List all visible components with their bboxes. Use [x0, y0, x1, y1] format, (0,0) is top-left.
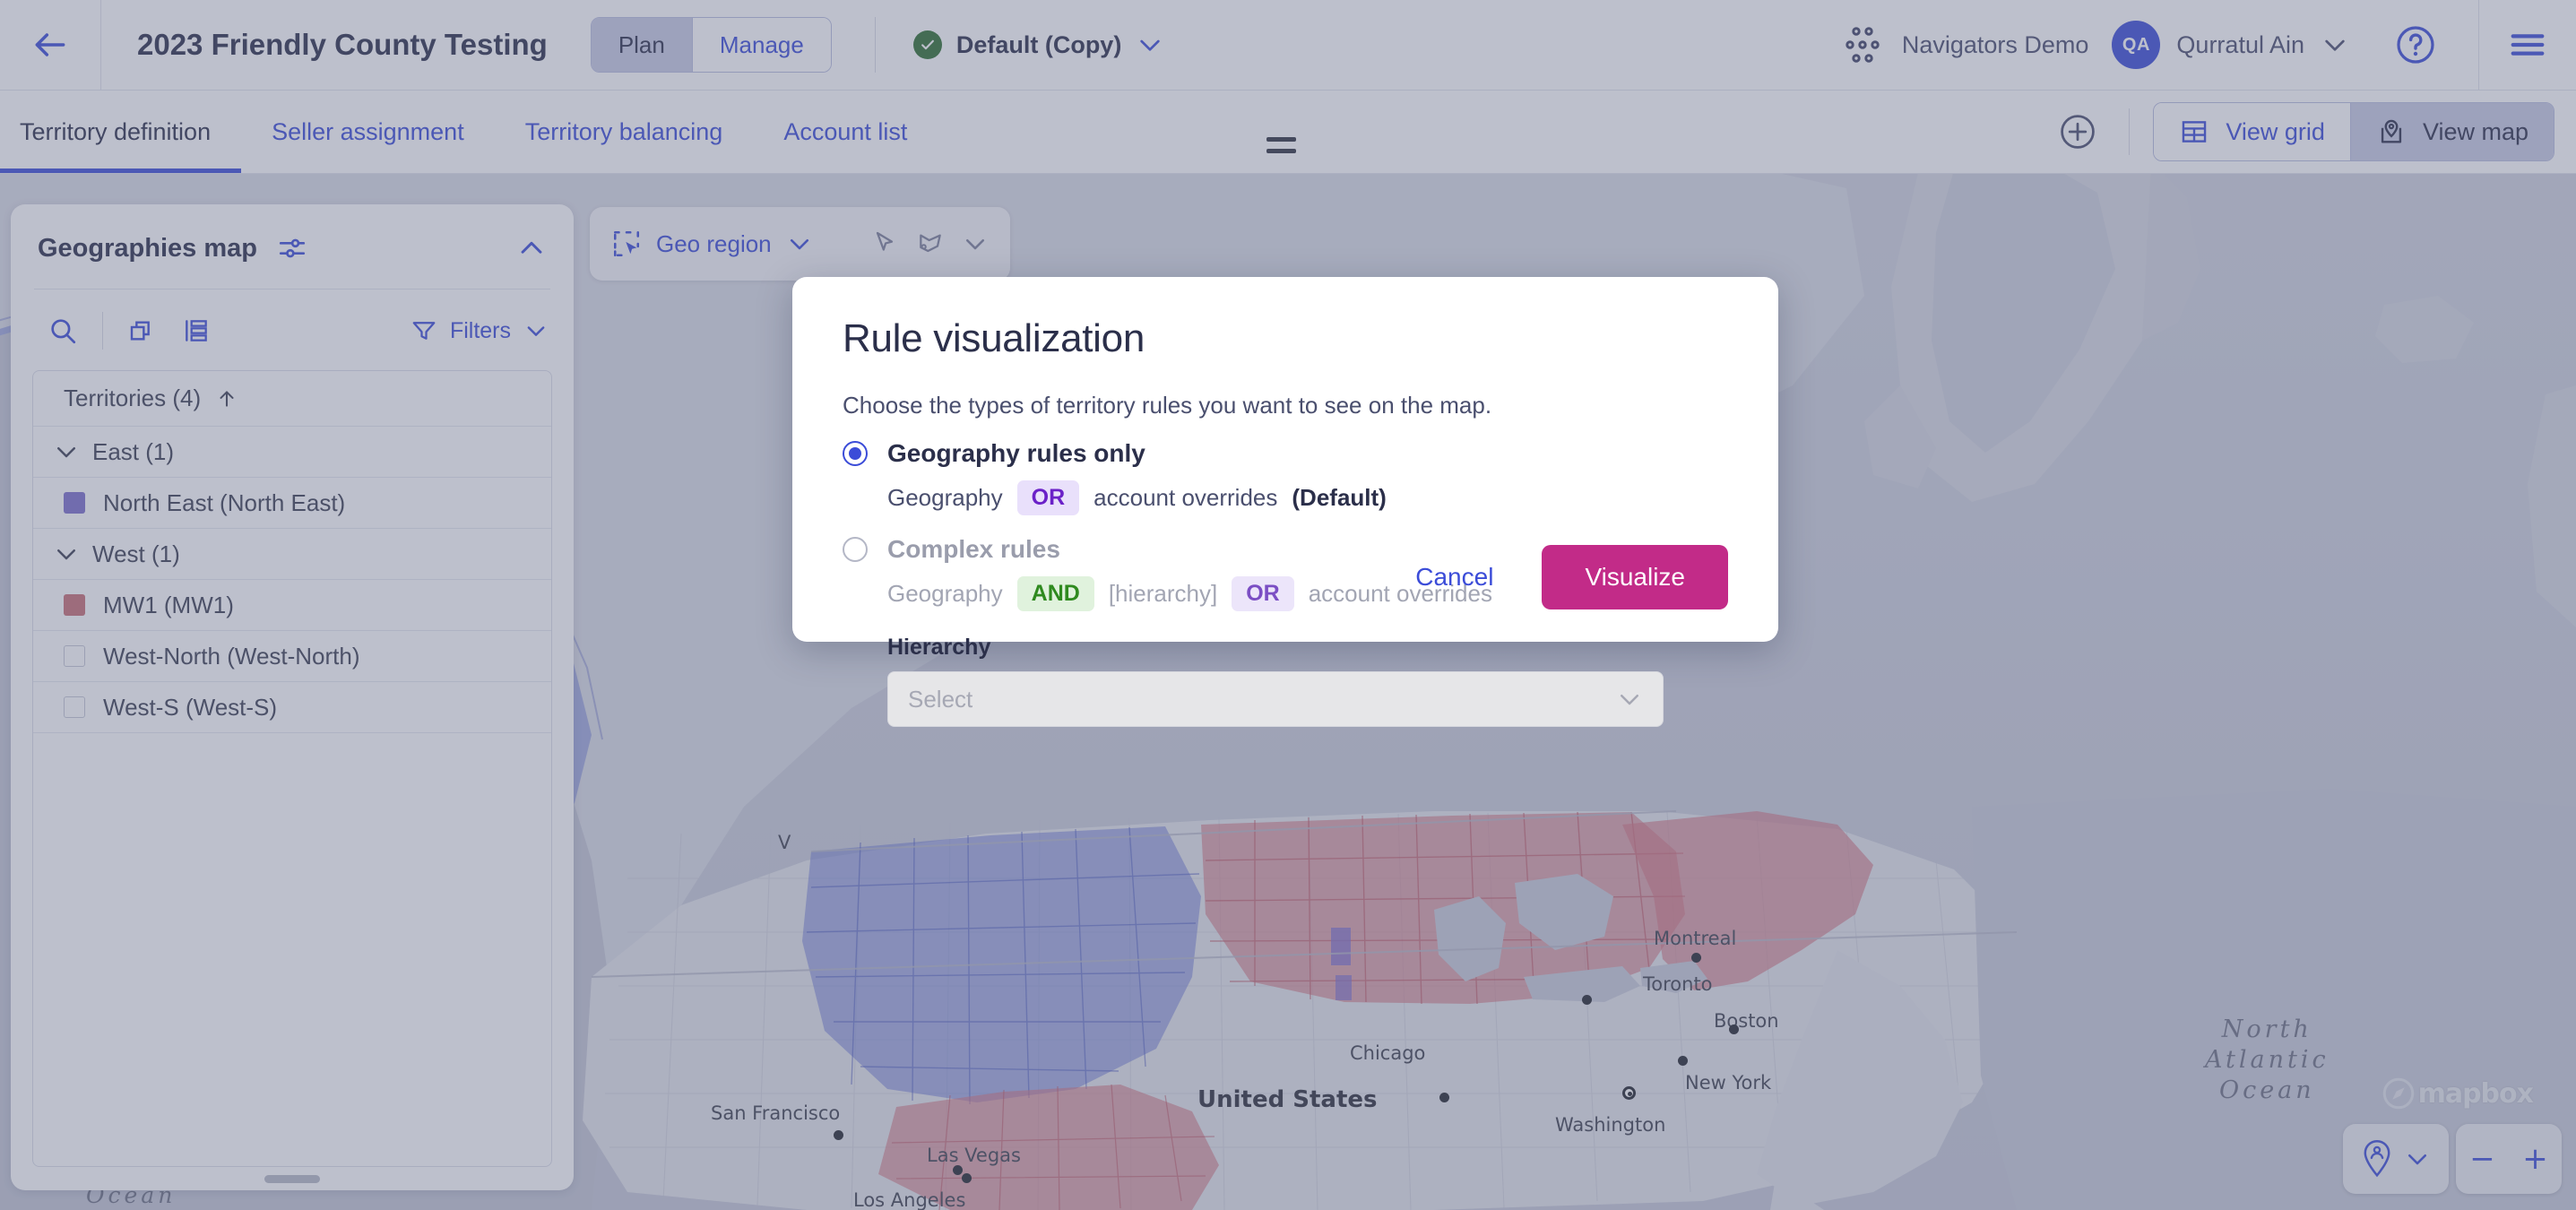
rule-operator-or: OR: [1232, 576, 1294, 611]
hierarchy-field-label: Hierarchy: [887, 635, 991, 660]
rule-term-account-overrides: account overrides: [1094, 484, 1278, 511]
dialog-actions: Cancel Visualize: [1383, 545, 1728, 609]
app-root: United States San Francisco Los Angeles …: [0, 0, 2576, 1210]
rule-term-geography: Geography: [887, 580, 1003, 607]
chevron-down-icon: [1616, 686, 1643, 713]
radio-geography-rules-only[interactable]: [843, 441, 868, 466]
rule-expression-geography-only: Geography OR account overrides (Default): [843, 480, 1728, 515]
hierarchy-select[interactable]: Select: [887, 671, 1664, 727]
rule-term-hierarchy: [hierarchy]: [1108, 580, 1218, 607]
hierarchy-select-placeholder: Select: [908, 685, 973, 713]
rule-term-geography: Geography: [887, 484, 1003, 511]
option-geography-rules-only[interactable]: Geography rules only: [843, 439, 1728, 468]
rule-operator-and: AND: [1016, 576, 1094, 611]
rule-visualization-dialog: Rule visualization Choose the types of t…: [792, 277, 1778, 727]
rule-operator-or: OR: [1016, 480, 1080, 515]
visualize-button[interactable]: Visualize: [1542, 545, 1728, 609]
chevron-down-icon-glyph: [1621, 695, 1638, 705]
rule-default-badge: (Default): [1292, 484, 1387, 511]
dialog-subtitle: Choose the types of territory rules you …: [843, 392, 1492, 419]
dialog-title: Rule visualization: [843, 316, 1145, 360]
option-label: Complex rules: [887, 535, 1060, 563]
cancel-button[interactable]: Cancel: [1383, 547, 1526, 608]
radio-complex-rules[interactable]: [843, 537, 868, 562]
option-label: Geography rules only: [887, 439, 1145, 467]
